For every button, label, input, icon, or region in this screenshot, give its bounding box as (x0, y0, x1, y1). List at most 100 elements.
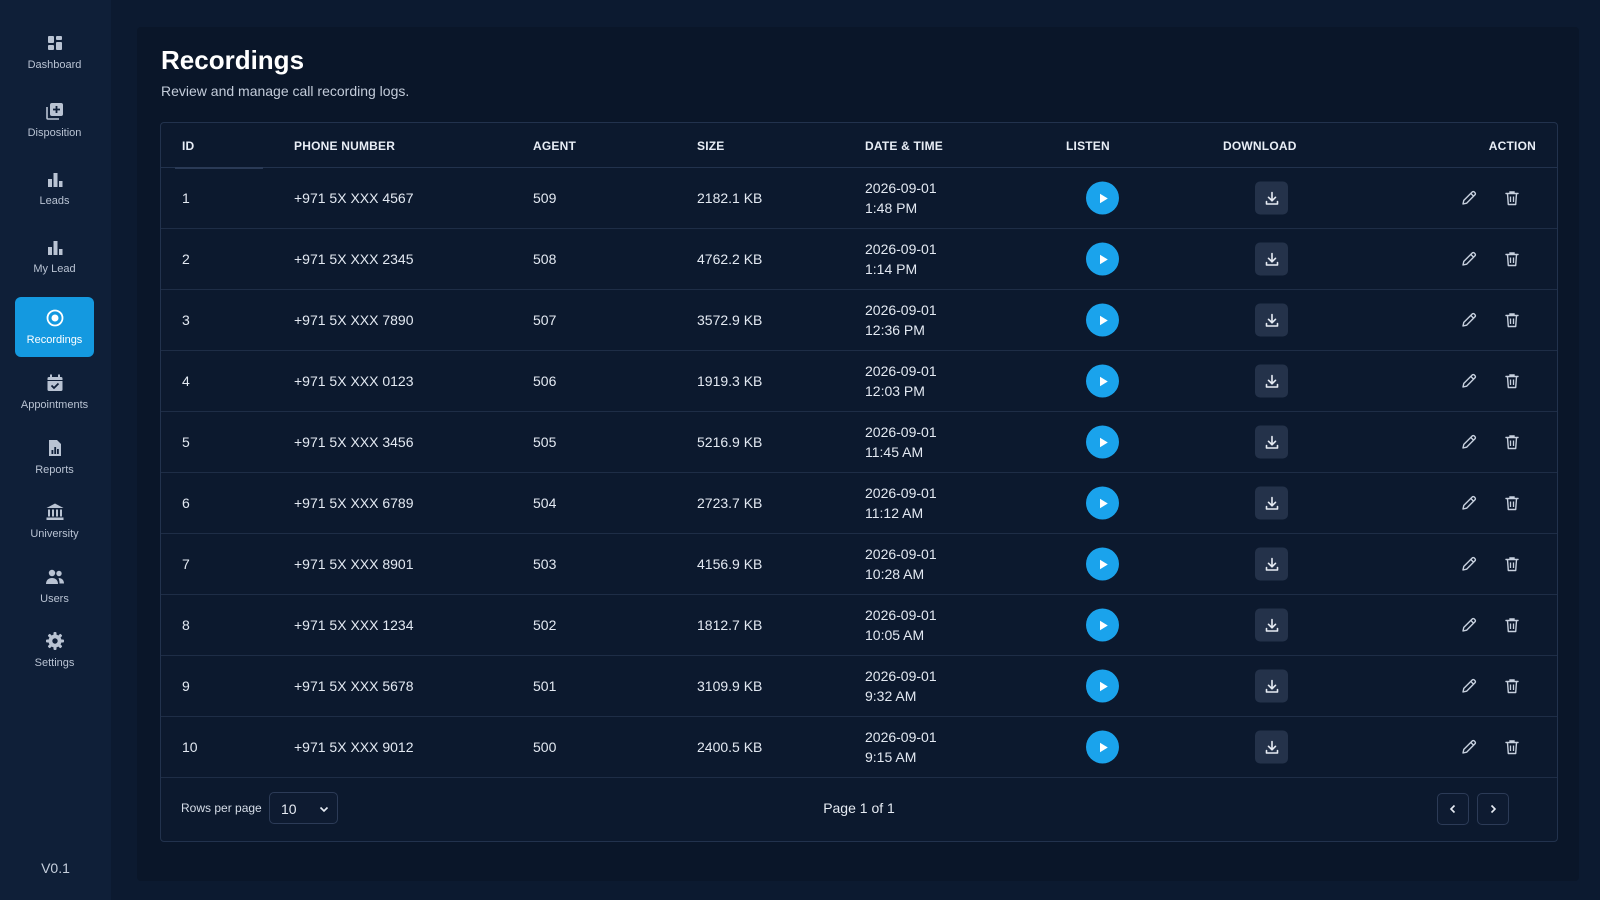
delete-button[interactable] (1501, 248, 1523, 270)
rows-per-page-label: Rows per page (181, 801, 262, 815)
chevron-down-icon (319, 806, 329, 813)
play-icon (1099, 437, 1108, 447)
sidebar-item-recordings[interactable]: Recordings (15, 297, 94, 357)
play-button[interactable] (1086, 608, 1119, 642)
delete-button[interactable] (1501, 492, 1523, 514)
sidebar-item-appointments[interactable]: Appointments (15, 362, 94, 422)
play-button[interactable] (1086, 425, 1119, 459)
delete-button[interactable] (1501, 187, 1523, 209)
download-button[interactable] (1255, 669, 1288, 703)
cell-id: 9 (182, 678, 190, 694)
cell-agent: 504 (533, 495, 557, 511)
sidebar-item-dashboard[interactable]: Dashboard (15, 22, 94, 82)
sidebar-item-university[interactable]: University (15, 491, 94, 551)
download-button[interactable] (1255, 303, 1288, 337)
delete-button[interactable] (1501, 370, 1523, 392)
play-icon (1099, 559, 1108, 569)
download-button[interactable] (1255, 242, 1288, 276)
edit-button[interactable] (1458, 309, 1480, 331)
play-button[interactable] (1086, 669, 1119, 703)
delete-button[interactable] (1501, 553, 1523, 575)
table-footer: Rows per page 10 Page 1 of 1 (161, 777, 1557, 841)
cell-date-time: 2026-09-01 1:48 PM (865, 178, 937, 218)
sidebar-item-disposition[interactable]: Disposition (15, 90, 94, 150)
cell-phone-number: +971 5X XXX 4567 (294, 190, 414, 206)
download-button[interactable] (1255, 364, 1288, 398)
edit-button[interactable] (1458, 431, 1480, 453)
edit-button[interactable] (1458, 553, 1480, 575)
edit-button[interactable] (1458, 736, 1480, 758)
cell-date: 2026-09-01 (865, 668, 937, 684)
download-button[interactable] (1255, 608, 1288, 642)
trash-icon (1505, 496, 1519, 511)
pencil-icon (1462, 373, 1477, 388)
download-button[interactable] (1255, 547, 1288, 581)
cell-time: 1:48 PM (865, 200, 918, 216)
download-button[interactable] (1255, 425, 1288, 459)
cell-size: 2400.5 KB (697, 739, 763, 755)
sidebar-item-my-lead[interactable]: My Lead (15, 226, 94, 286)
play-button[interactable] (1086, 730, 1119, 764)
download-button[interactable] (1255, 486, 1288, 520)
cell-id: 2 (182, 251, 190, 267)
dashboard-icon (47, 36, 62, 50)
cell-date-time: 2026-09-01 12:03 PM (865, 361, 937, 401)
cell-time: 1:14 PM (865, 261, 918, 277)
cell-size: 3109.9 KB (697, 678, 763, 694)
edit-button[interactable] (1458, 187, 1480, 209)
cell-id: 5 (182, 434, 190, 450)
table-row: 8 +971 5X XXX 1234 502 1812.7 KB 2026-09-01 1… (161, 595, 1557, 656)
cell-agent: 505 (533, 434, 557, 450)
sidebar-item-users[interactable]: Users (15, 556, 94, 616)
download-button[interactable] (1255, 730, 1288, 764)
sidebar-item-label: My Lead (33, 263, 76, 275)
edit-button[interactable] (1458, 370, 1480, 392)
delete-button[interactable] (1501, 675, 1523, 697)
column-header-agent: AGENT (533, 139, 576, 153)
play-icon (1099, 498, 1108, 508)
play-button[interactable] (1086, 181, 1119, 215)
previous-page-button[interactable] (1437, 793, 1469, 825)
sidebar-item-reports[interactable]: Reports (15, 427, 94, 487)
pencil-icon (1462, 434, 1477, 449)
play-button[interactable] (1086, 303, 1119, 337)
cell-agent: 507 (533, 312, 557, 328)
table-row: 1 +971 5X XXX 4567 509 2182.1 KB 2026-09-01 1… (161, 168, 1557, 229)
download-icon (1265, 679, 1278, 693)
cell-date-time: 2026-09-01 9:32 AM (865, 666, 937, 706)
delete-button[interactable] (1501, 431, 1523, 453)
edit-button[interactable] (1458, 675, 1480, 697)
cell-phone-number: +971 5X XXX 9012 (294, 739, 414, 755)
edit-button[interactable] (1458, 492, 1480, 514)
sidebar-item-settings[interactable]: Settings (15, 620, 94, 680)
download-button[interactable] (1255, 181, 1288, 215)
sidebar-item-leads[interactable]: Leads (15, 158, 94, 218)
table-row: 6 +971 5X XXX 6789 504 2723.7 KB 2026-09-01 1… (161, 473, 1557, 534)
chevron-right-icon (1490, 804, 1497, 814)
cell-date: 2026-09-01 (865, 607, 937, 623)
cell-phone-number: +971 5X XXX 5678 (294, 678, 414, 694)
cell-size: 2723.7 KB (697, 495, 763, 511)
cell-id: 6 (182, 495, 190, 511)
cell-id: 1 (182, 190, 190, 206)
play-button[interactable] (1086, 547, 1119, 581)
play-icon (1099, 315, 1108, 325)
play-button[interactable] (1086, 242, 1119, 276)
rows-per-page-select[interactable]: 10 (269, 792, 338, 824)
version-label: V0.1 (41, 860, 70, 876)
delete-button[interactable] (1501, 736, 1523, 758)
next-page-button[interactable] (1477, 793, 1509, 825)
cell-date: 2026-09-01 (865, 363, 937, 379)
play-button[interactable] (1086, 486, 1119, 520)
play-button[interactable] (1086, 364, 1119, 398)
column-header-download: DOWNLOAD (1223, 139, 1297, 153)
edit-button[interactable] (1458, 614, 1480, 636)
download-icon (1265, 496, 1278, 510)
gear-icon (45, 632, 64, 650)
edit-button[interactable] (1458, 248, 1480, 270)
sidebar-item-label: Settings (34, 657, 75, 669)
play-icon (1099, 620, 1108, 630)
delete-button[interactable] (1501, 309, 1523, 331)
delete-button[interactable] (1501, 614, 1523, 636)
table-row: 4 +971 5X XXX 0123 506 1919.3 KB 2026-09-01 1… (161, 351, 1557, 412)
